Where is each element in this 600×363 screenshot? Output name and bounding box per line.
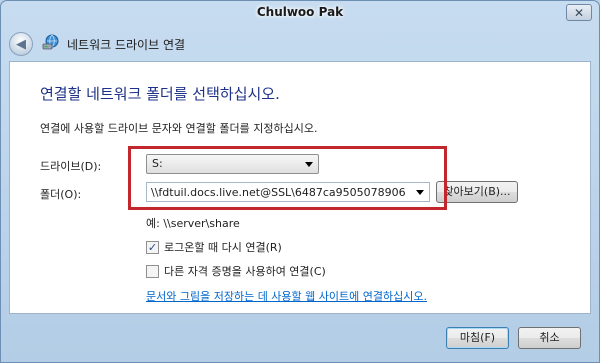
credentials-checkbox[interactable]	[146, 264, 159, 278]
example-text: 예: \\server\share	[146, 217, 240, 230]
folder-combobox[interactable]: \\fdtuil.docs.live.net@SSL\6487ca9505078…	[146, 182, 430, 202]
cancel-button[interactable]: 취소	[518, 327, 581, 349]
page-heading: 연결할 네트워크 폴더를 선택하십시오.	[40, 85, 280, 103]
finish-button[interactable]: 마침(F)	[446, 327, 509, 349]
chevron-down-icon	[305, 162, 313, 167]
folder-input[interactable]: \\fdtuil.docs.live.net@SSL\6487ca9505078…	[151, 186, 405, 199]
instruction-text: 연결에 사용할 드라이브 문자와 연결할 폴더를 지정하십시오.	[40, 122, 318, 135]
credentials-label: 다른 자격 증명을 사용하여 연결(C)	[164, 265, 326, 278]
drive-select-value: S:	[152, 157, 163, 170]
network-drive-icon	[42, 34, 59, 50]
folder-dropdown-button[interactable]	[411, 183, 429, 201]
drive-select[interactable]: S:	[146, 154, 319, 174]
back-arrow-icon: ◀	[16, 36, 26, 52]
dialog-window: Chulwoo Pak ✕ ◀ 네트워크 드라이브 연결 연결할 네트워크 폴더…	[0, 0, 600, 363]
wizard-title: 네트워크 드라이브 연결	[67, 38, 186, 52]
close-icon: ✕	[573, 5, 585, 20]
reconnect-checkbox[interactable]: ✓	[146, 240, 159, 254]
wizard-nav: ◀ 네트워크 드라이브 연결	[1, 27, 599, 61]
website-link[interactable]: 문서와 그림을 저장하는 데 사용할 웹 사이트에 연결하십시오.	[146, 288, 427, 304]
back-button[interactable]: ◀	[9, 32, 33, 56]
checkmark-icon: ✓	[147, 240, 158, 254]
credentials-option[interactable]: 다른 자격 증명을 사용하여 연결(C)	[146, 263, 326, 279]
chevron-down-icon	[416, 190, 424, 195]
folder-label: 폴더(O):	[40, 188, 82, 201]
title-bar: Chulwoo Pak ✕	[1, 1, 599, 27]
browse-button[interactable]: 찾아보기(B)...	[436, 181, 518, 203]
reconnect-label: 로그온할 때 다시 연결(R)	[164, 241, 282, 254]
close-button[interactable]: ✕	[566, 4, 592, 21]
reconnect-option[interactable]: ✓ 로그온할 때 다시 연결(R)	[146, 239, 282, 255]
window-title: Chulwoo Pak	[256, 5, 344, 19]
wizard-content: 연결할 네트워크 폴더를 선택하십시오. 연결에 사용할 드라이브 문자와 연결…	[9, 61, 591, 314]
drive-label: 드라이브(D):	[40, 160, 102, 173]
